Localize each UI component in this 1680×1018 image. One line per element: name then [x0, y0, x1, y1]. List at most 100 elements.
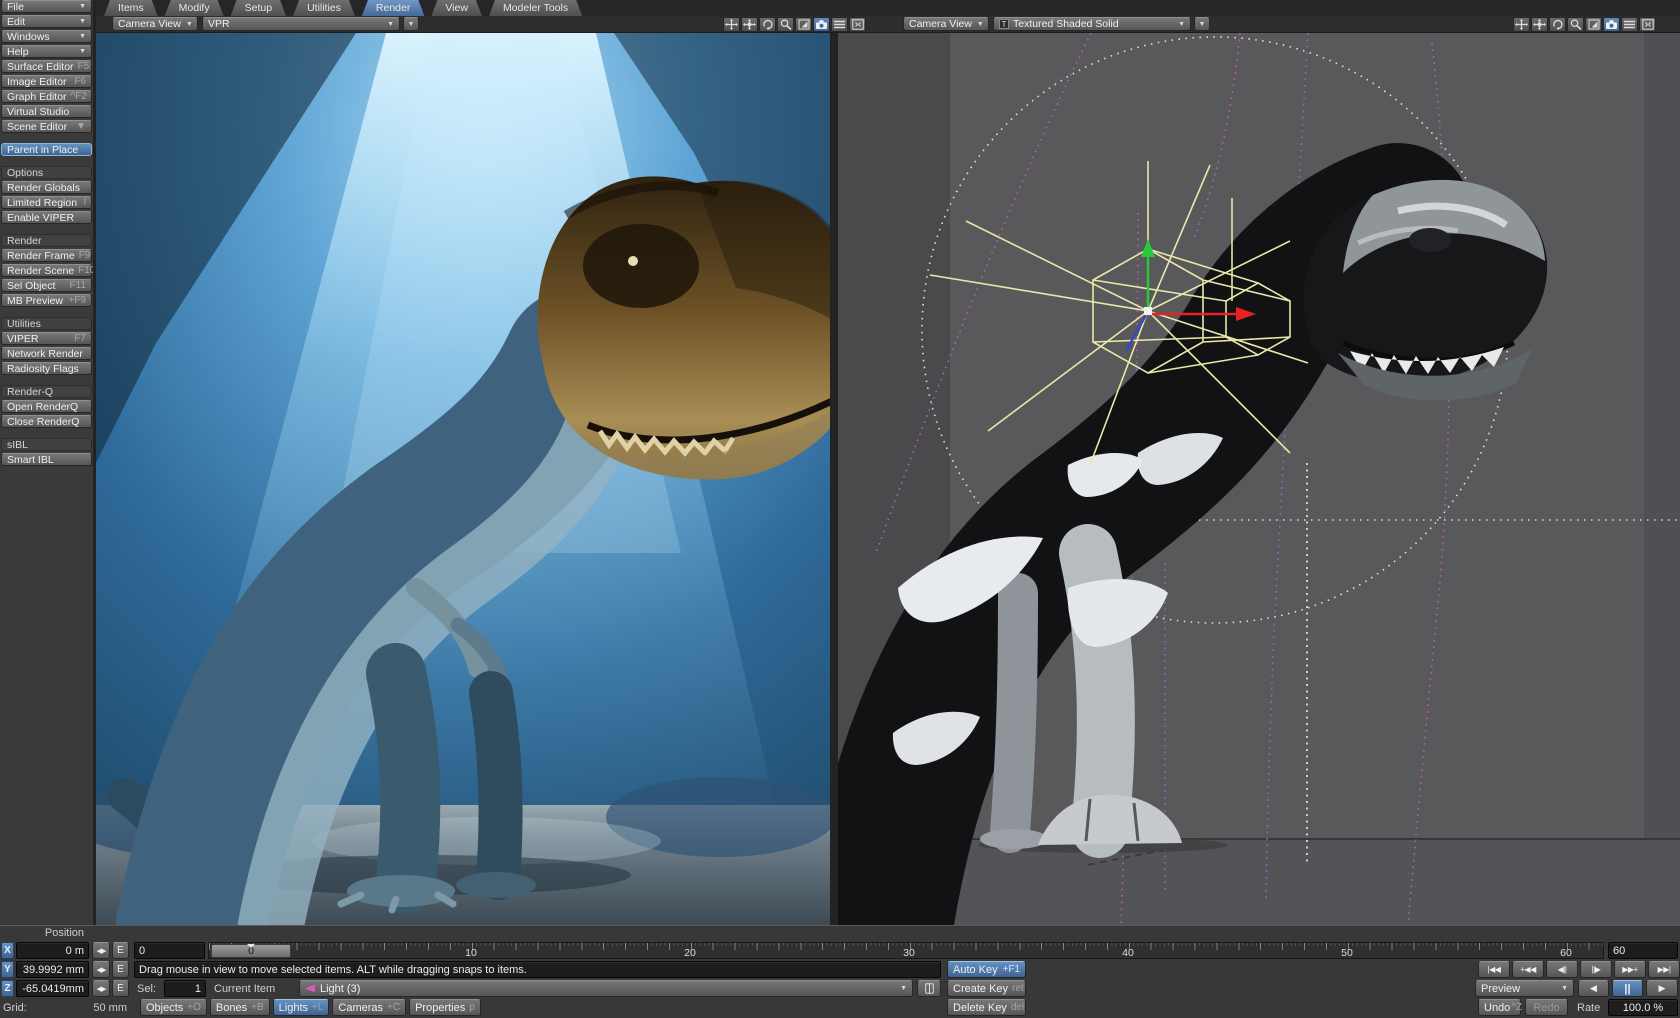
sidebar-item-enable-viper[interactable]: Enable VIPER [1, 211, 92, 224]
sidebar-item-scene-editor[interactable]: Scene Editor ▼ [1, 120, 92, 133]
viewport-header-bar: Camera View ▼ VPR ▼ ▼ Camera View ▼ T [96, 16, 1680, 33]
pan-icon[interactable] [1513, 17, 1530, 32]
sidebar-item-radiosity-flags[interactable]: Radiosity Flags [1, 362, 92, 375]
transport-button[interactable]: +◀◀ [1512, 961, 1544, 978]
y-envelope-button[interactable]: E [112, 961, 129, 978]
rotate-icon[interactable] [759, 17, 776, 32]
sidebar-item-mb-preview[interactable]: MB Preview +F9 [1, 294, 92, 307]
menu-button[interactable]: File ▼ [1, 0, 92, 13]
auto-key-button[interactable]: Auto Key +F1 [947, 961, 1026, 978]
menu-button[interactable]: Edit ▼ [1, 15, 92, 28]
sidebar-item-virtual-studio[interactable]: Virtual Studio [1, 105, 92, 118]
sidebar-item-viper[interactable]: VIPER F7 [1, 332, 92, 345]
tab[interactable]: Modeler Tools [489, 0, 582, 16]
undo-button[interactable]: Undo ^Z [1478, 999, 1521, 1016]
timeline-scrubber[interactable]: 0 [211, 944, 291, 958]
transport-button[interactable]: |◀◀ [1478, 961, 1510, 978]
menu-icon[interactable] [1621, 17, 1638, 32]
tab[interactable]: View [431, 0, 482, 16]
pause-button[interactable]: || [1612, 980, 1643, 997]
y-spinner[interactable]: ◀▶ [92, 961, 110, 978]
sidebar-item-surface-editor[interactable]: Surface Editor F5 [1, 60, 92, 73]
sidebar-item-render-frame[interactable]: Render Frame F9 [1, 249, 92, 262]
sidebar-item-parent-in-place[interactable]: Parent in Place [1, 143, 92, 156]
move-icon[interactable] [741, 17, 758, 32]
right-shading-dropdown[interactable]: T Textured Shaded Solid ▼ [993, 17, 1191, 31]
delete-key-button[interactable]: Delete Key del [947, 999, 1026, 1016]
maximize-icon[interactable] [1585, 17, 1602, 32]
fit-icon[interactable] [849, 17, 866, 32]
item-type-button-lights[interactable]: Lights +L [273, 999, 330, 1016]
left-viewport-menu-button[interactable]: ▼ [403, 17, 419, 31]
position-x-field[interactable]: 0 m [16, 942, 89, 959]
right-view-mode-dropdown[interactable]: Camera View ▼ [903, 17, 989, 31]
zoom-icon[interactable] [1567, 17, 1584, 32]
x-spinner[interactable]: ◀▶ [92, 942, 110, 959]
play-reverse-button[interactable]: ◀ [1578, 980, 1609, 997]
sidebar-item-render-globals[interactable]: Render Globals [1, 181, 92, 194]
sidebar-item-smart-ibl[interactable]: Smart IBL [1, 453, 92, 466]
tab[interactable]: Modify [165, 0, 224, 16]
chevron-down-icon: ▼ [74, 33, 86, 40]
menu-button[interactable]: Windows ▼ [1, 30, 92, 43]
item-type-button-objects[interactable]: Objects +O [140, 999, 207, 1016]
position-z-field[interactable]: -65.0419mm [16, 980, 89, 997]
sidebar-item-render-scene[interactable]: Render Scene F10 [1, 264, 92, 277]
sidebar-item-sibl: sIBL [1, 438, 92, 451]
item-type-button-cameras[interactable]: Cameras +C [332, 999, 406, 1016]
texture-icon: T [999, 19, 1009, 29]
menu-button[interactable]: Help ▼ [1, 45, 92, 58]
x-envelope-button[interactable]: E [112, 942, 129, 959]
transport-button[interactable]: ▶▶+ [1614, 961, 1646, 978]
camera-icon[interactable] [813, 17, 830, 32]
viewport-vpr-render[interactable] [96, 33, 830, 925]
axis-y-button[interactable]: Y [1, 961, 14, 978]
z-envelope-button[interactable]: E [112, 980, 129, 997]
sidebar-item-open-renderq[interactable]: Open RenderQ [1, 400, 92, 413]
left-view-mode-dropdown[interactable]: Camera View ▼ [112, 17, 198, 31]
redo-button[interactable]: Redo [1525, 999, 1568, 1016]
end-frame-field[interactable]: 60 [1608, 942, 1678, 959]
play-forward-button[interactable]: ▶ [1646, 980, 1678, 997]
preview-dropdown[interactable]: Preview ▼ [1475, 980, 1574, 997]
axis-z-button[interactable]: Z [1, 980, 14, 997]
left-shading-dropdown[interactable]: VPR ▼ [202, 17, 400, 31]
sidebar-item-image-editor[interactable]: Image Editor F6 [1, 75, 92, 88]
timeline-ruler[interactable]: 102030405060 0 [208, 942, 1604, 959]
fit-icon[interactable] [1639, 17, 1656, 32]
viewport-opengl-shaded[interactable] [838, 33, 1680, 925]
camera-icon[interactable] [1603, 17, 1620, 32]
move-icon[interactable] [1531, 17, 1548, 32]
sidebar-item-sel-object[interactable]: Sel Object F11 [1, 279, 92, 292]
item-type-button-properties[interactable]: Properties p [409, 999, 481, 1016]
timeline-tick-label: 40 [1122, 947, 1134, 959]
transport-button[interactable]: ▶▶| [1648, 961, 1680, 978]
zoom-icon[interactable] [777, 17, 794, 32]
axis-x-button[interactable]: X [1, 942, 14, 959]
transport-button[interactable]: ◀|| [1546, 961, 1578, 978]
transport-button[interactable]: ||▶ [1580, 961, 1612, 978]
pan-icon[interactable] [723, 17, 740, 32]
sidebar-item-close-renderq[interactable]: Close RenderQ [1, 415, 92, 428]
create-key-button[interactable]: Create Key ret [947, 980, 1026, 997]
rotate-icon[interactable] [1549, 17, 1566, 32]
position-y-field[interactable]: 39.9992 mm [16, 961, 89, 978]
sidebar-item-graph-editor[interactable]: Graph Editor ^F2 [1, 90, 92, 103]
tab[interactable]: Utilities [293, 0, 355, 16]
item-type-button-bones[interactable]: Bones +B [210, 999, 270, 1016]
tab[interactable]: Render [362, 0, 424, 16]
rate-field[interactable]: 100.0 % [1608, 999, 1678, 1016]
tab[interactable]: Items [104, 0, 158, 16]
tab[interactable]: Setup [231, 0, 286, 16]
z-spinner[interactable]: ◀▶ [92, 980, 110, 997]
menu-icon[interactable] [831, 17, 848, 32]
sel-count-field: 1 [164, 980, 206, 997]
current-item-dropdown[interactable]: Light (3) ▼ [299, 980, 913, 997]
right-viewport-menu-button[interactable]: ▼ [1194, 17, 1210, 31]
maximize-icon[interactable] [795, 17, 812, 32]
item-list-icon[interactable] [917, 980, 941, 997]
current-frame-field[interactable]: 0 [134, 942, 205, 959]
sidebar-item-limited-region[interactable]: Limited Region l [1, 196, 92, 209]
sidebar-item-network-render[interactable]: Network Render [1, 347, 92, 360]
viewport-divider[interactable] [830, 33, 838, 925]
